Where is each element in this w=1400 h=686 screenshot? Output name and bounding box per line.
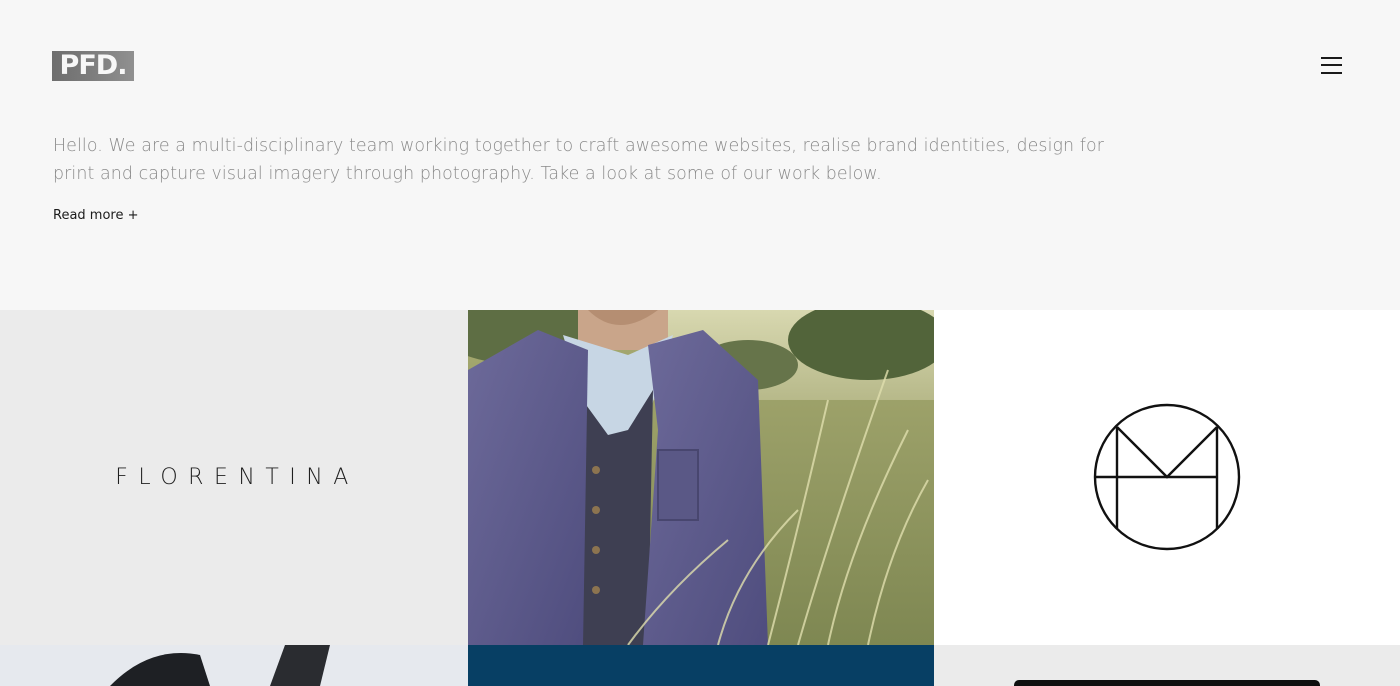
logo-text: PFD.	[59, 50, 128, 81]
intro-text: Hello. We are a multi-disciplinary team …	[53, 136, 1105, 184]
site-logo[interactable]: PFD.	[52, 51, 134, 81]
device-image	[1014, 680, 1320, 686]
read-more-link[interactable]: Read more +	[53, 207, 139, 225]
m-monogram-icon	[1093, 403, 1241, 551]
portfolio-tile-navy[interactable]	[468, 645, 934, 686]
camera-image	[0, 645, 468, 686]
portfolio-tile-florentina[interactable]: FLORENTINA	[0, 310, 468, 645]
page: PFD. Hello. We are a multi-disciplinary …	[0, 0, 1400, 686]
florentina-wordmark: FLORENTINA	[115, 465, 359, 490]
hamburger-menu-icon[interactable]	[1321, 56, 1342, 75]
portfolio-tile-camera-photo[interactable]	[0, 645, 468, 686]
portfolio-tile-device[interactable]	[934, 645, 1400, 686]
man-in-field-image	[468, 310, 934, 645]
portfolio-tile-m-monogram[interactable]	[934, 310, 1400, 645]
portfolio-tile-man-in-field-photo[interactable]	[468, 310, 934, 645]
